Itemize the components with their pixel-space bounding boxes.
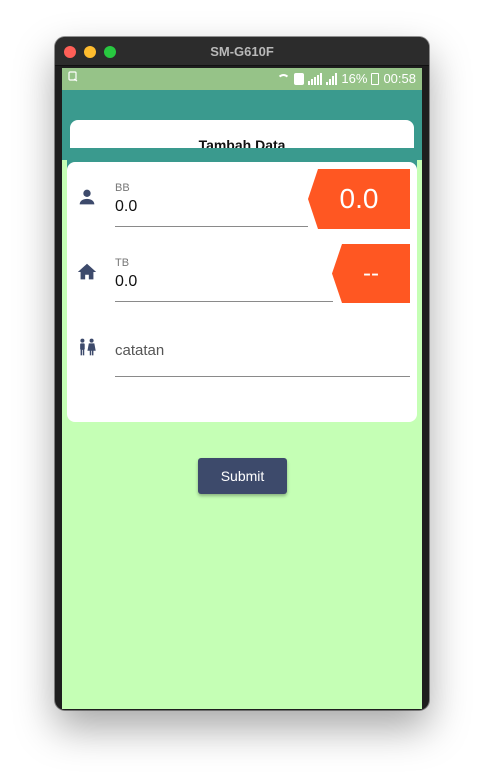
form-card: BB 0.0 0.0 TB 0.0 -- catatan — [67, 162, 417, 422]
tb-result-badge: -- — [332, 244, 410, 303]
signal-2-icon — [326, 72, 338, 85]
submit-button[interactable]: Submit — [198, 458, 287, 494]
catatan-input[interactable]: catatan — [115, 342, 164, 359]
bb-underline — [115, 226, 308, 227]
signal-icon — [308, 72, 323, 85]
home-icon — [76, 261, 98, 283]
phone-screen: 16% 00:58 Tambah Data BB 0.0 0.0 TB 0.0 … — [62, 68, 422, 709]
bb-input[interactable]: 0.0 — [115, 198, 137, 216]
window-title: SM-G610F — [210, 44, 274, 59]
emulator-window: SM-G610F 16% 00:58 Tambah Data BB 0.0 0.… — [55, 37, 429, 710]
person-icon — [76, 186, 98, 208]
battery-icon — [371, 72, 380, 85]
catatan-underline — [115, 376, 410, 377]
notification-icon — [68, 71, 78, 85]
tb-input[interactable]: 0.0 — [115, 273, 137, 291]
wifi-icon — [277, 73, 291, 84]
window-titlebar: SM-G610F — [55, 37, 429, 66]
bb-label: BB — [115, 182, 130, 194]
clock: 00:58 — [383, 71, 416, 86]
sim-icon — [294, 72, 305, 85]
status-bar: 16% 00:58 — [62, 68, 422, 90]
tb-label: TB — [115, 257, 130, 269]
battery-percent: 16% — [341, 71, 368, 86]
people-icon — [76, 337, 98, 359]
bb-result-badge: 0.0 — [308, 169, 410, 229]
tb-underline — [115, 301, 333, 302]
